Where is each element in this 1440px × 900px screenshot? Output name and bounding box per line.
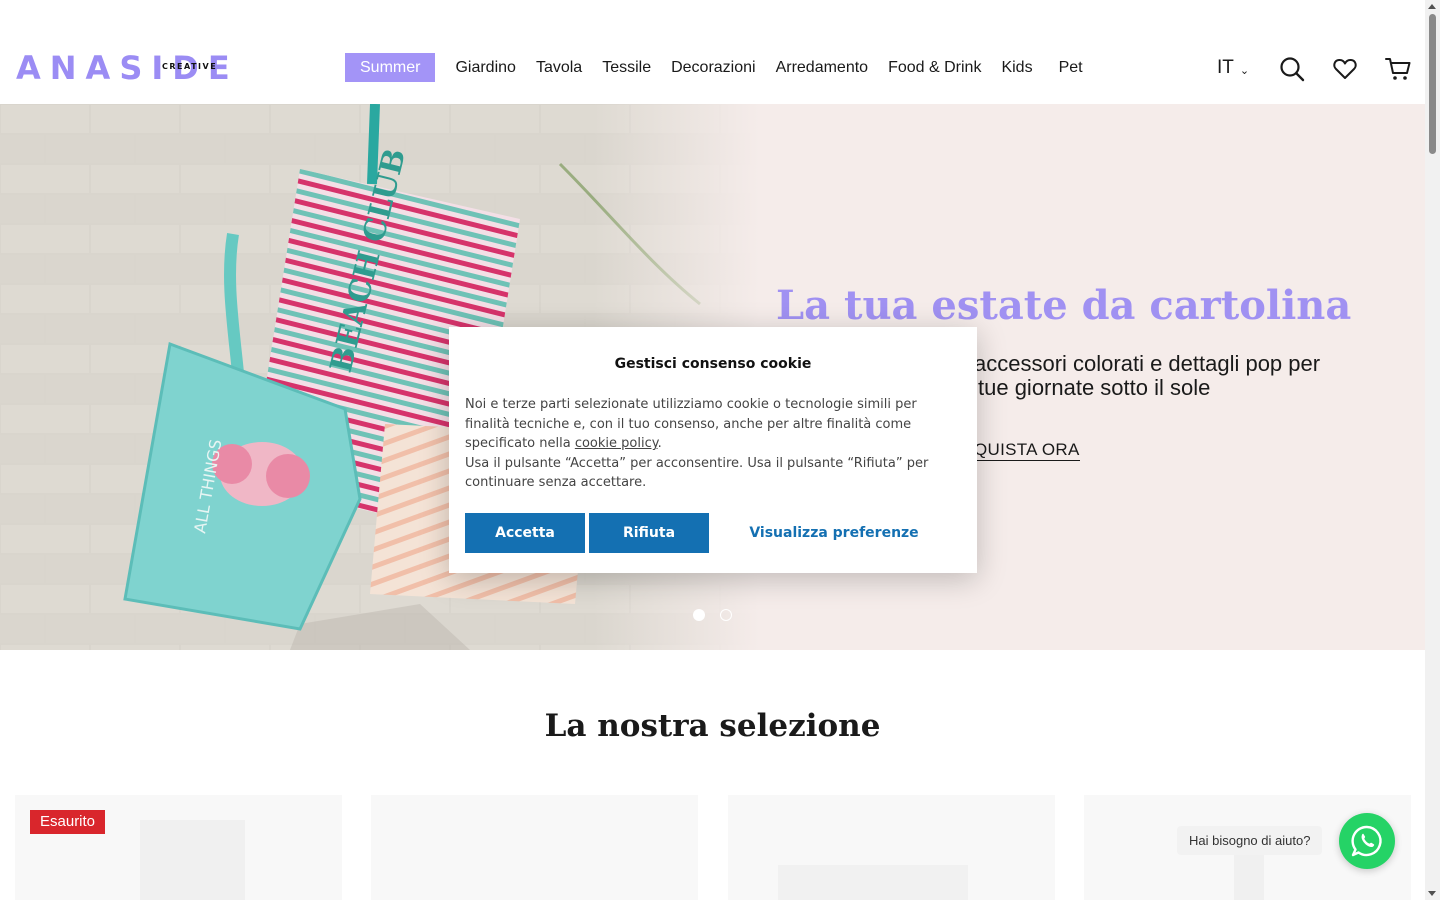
brand-tagline: CREATIVE [162, 62, 218, 71]
brand-logo[interactable]: ANASIDE CREATIVE [16, 52, 239, 84]
language-label: IT [1217, 57, 1234, 78]
cookie-text-part1: Noi e terze parti selezionate utilizziam… [465, 397, 917, 452]
nav-item-summer[interactable]: Summer [345, 53, 436, 82]
search-icon[interactable] [1279, 56, 1305, 82]
nav-item-kids[interactable]: Kids [1001, 53, 1032, 82]
hero-cta-link[interactable]: QUISTA ORA [974, 440, 1080, 461]
product-image [140, 820, 245, 900]
reject-button[interactable]: Rifiuta [589, 513, 709, 553]
cookie-policy-link[interactable]: cookie policy [575, 436, 658, 451]
nav-item-decorazioni[interactable]: Decorazioni [671, 53, 755, 82]
scrollbar-thumb[interactable] [1429, 14, 1436, 154]
chat-help-bubble[interactable]: Hai bisogno di aiuto? [1177, 826, 1323, 855]
nav-item-food-drink[interactable]: Food & Drink [888, 53, 981, 82]
chevron-down-icon: ⌄ [1239, 64, 1250, 77]
cookie-text-part2: . [657, 436, 662, 452]
heart-icon[interactable] [1332, 56, 1358, 82]
language-selector[interactable]: IT ⌄ [1217, 57, 1249, 79]
slide-dot-1[interactable] [693, 609, 705, 621]
site-header: ANASIDE CREATIVE Summer Giardino Tavola … [0, 0, 1425, 104]
cookie-dialog-text: Noi e terze parti selezionate utilizziam… [465, 395, 965, 493]
whatsapp-icon [1351, 825, 1382, 857]
nav-item-giardino[interactable]: Giardino [455, 53, 515, 82]
product-card[interactable] [371, 795, 698, 900]
product-image [1234, 850, 1264, 900]
cart-icon[interactable] [1385, 56, 1411, 82]
scroll-up-arrow[interactable] [1428, 4, 1436, 9]
nav-item-tessile[interactable]: Tessile [602, 53, 651, 82]
hero-subtitle-line1: accessori colorati e dettagli pop per [974, 351, 1321, 376]
hero-title: La tua estate da cartolina [776, 282, 1352, 329]
sold-out-badge: Esaurito [30, 810, 106, 834]
cookie-dialog-title: Gestisci consenso cookie [614, 356, 812, 372]
slide-dot-2[interactable] [720, 609, 732, 621]
main-nav: Summer Giardino Tavola Tessile Decorazio… [345, 53, 1103, 82]
page-scrollbar[interactable] [1425, 0, 1440, 900]
cookie-consent-dialog: Gestisci consenso cookie Noi e terze par… [449, 327, 977, 573]
nav-item-pet[interactable]: Pet [1059, 53, 1083, 82]
accept-button[interactable]: Accetta [465, 513, 585, 553]
cookie-text-line2: Usa il pulsante “Accetta” per acconsenti… [465, 455, 929, 491]
product-card[interactable] [728, 795, 1055, 900]
whatsapp-button[interactable] [1339, 813, 1395, 869]
view-preferences-button[interactable]: Visualizza preferenze [729, 513, 939, 553]
scroll-down-arrow[interactable] [1428, 891, 1436, 896]
nav-item-tavola[interactable]: Tavola [536, 53, 582, 82]
product-card[interactable]: Esaurito [15, 795, 342, 900]
product-image [778, 865, 968, 900]
section-title: La nostra selezione [544, 708, 881, 744]
hero-subtitle-line2: tue giornate sotto il sole [978, 375, 1211, 400]
nav-item-arredamento[interactable]: Arredamento [776, 53, 869, 82]
